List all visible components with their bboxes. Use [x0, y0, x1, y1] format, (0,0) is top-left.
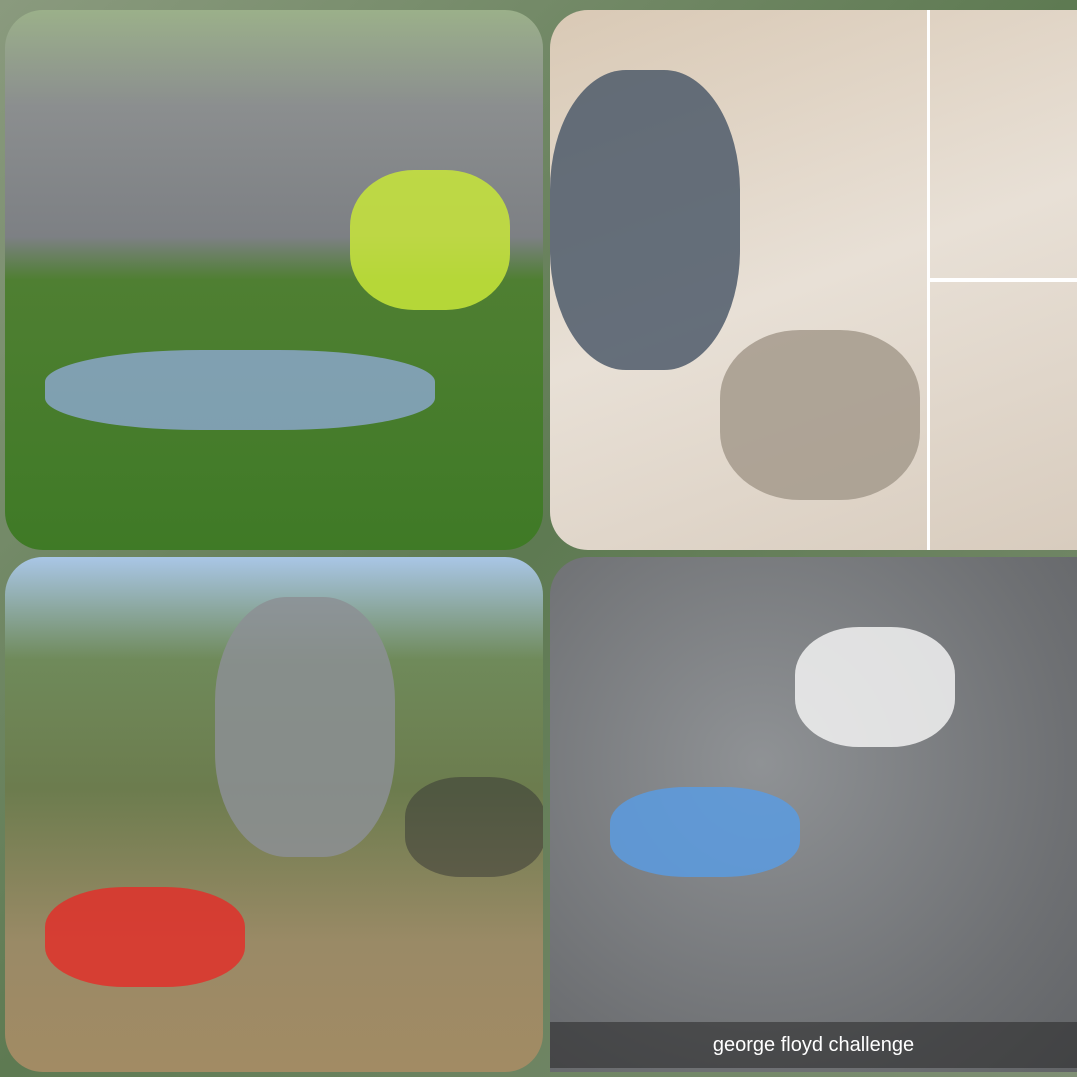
figure-shape	[45, 887, 245, 987]
caption-text: george floyd challenge	[712, 1033, 915, 1056]
figure-shape	[350, 170, 510, 310]
figure-shape	[550, 70, 740, 370]
divider	[930, 278, 1077, 282]
caption-bar: george floyd challenge	[550, 1022, 1077, 1068]
figure-shape	[45, 350, 435, 430]
figure-shape	[215, 597, 395, 857]
figure-shape	[405, 777, 543, 877]
photo-panel-top-left	[5, 10, 543, 550]
photo-panel-top-right	[550, 10, 1077, 550]
photo-panel-bottom-left	[5, 557, 543, 1072]
figure-shape	[610, 787, 800, 877]
photo-panel-bottom-right: george floyd challenge	[550, 557, 1077, 1072]
figure-shape	[720, 330, 920, 500]
figure-shape	[795, 627, 955, 747]
